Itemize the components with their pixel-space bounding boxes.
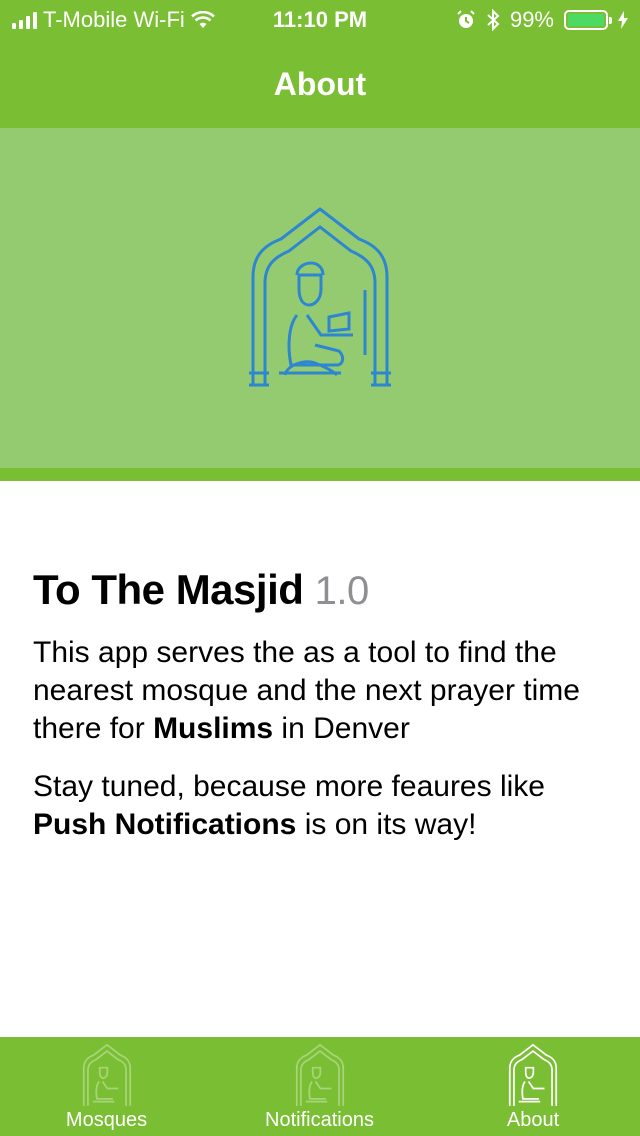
battery-icon bbox=[564, 10, 612, 30]
app-name: To The Masjid bbox=[33, 566, 304, 613]
tab-label: Notifications bbox=[265, 1109, 374, 1131]
description-end: in Denver bbox=[273, 712, 410, 745]
charging-bolt-icon bbox=[618, 11, 628, 29]
top-bar: T-Mobile Wi-Fi 11:10 PM 99% About bbox=[0, 0, 640, 128]
hero-divider bbox=[0, 468, 640, 481]
battery-percent: 99% bbox=[509, 7, 554, 32]
coming-soon-bold: Push Notifications bbox=[33, 808, 297, 841]
tab-bar: Mosques Notifications About bbox=[0, 1037, 640, 1136]
tab-label: About bbox=[506, 1109, 560, 1131]
status-right: 99% bbox=[456, 6, 628, 34]
about-content: To The Masjid 1.0 This app serves the as… bbox=[33, 566, 613, 844]
mosque-prayer-icon bbox=[295, 1043, 344, 1106]
app-version: 1.0 bbox=[314, 569, 370, 613]
bluetooth-icon bbox=[487, 9, 500, 31]
description-bold: Muslims bbox=[153, 712, 274, 745]
description-paragraph: This app serves the as a tool to find th… bbox=[33, 634, 613, 748]
coming-soon-text: Stay tuned, because more feaures like bbox=[33, 770, 545, 803]
app-title: To The Masjid 1.0 bbox=[33, 566, 613, 614]
tab-about[interactable]: About bbox=[426, 1037, 640, 1136]
tab-mosques[interactable]: Mosques bbox=[0, 1037, 213, 1136]
mosque-prayer-icon bbox=[249, 207, 391, 387]
coming-soon-paragraph: Stay tuned, because more feaures like Pu… bbox=[33, 768, 613, 844]
alarm-icon bbox=[457, 10, 475, 28]
tab-label: Mosques bbox=[65, 1109, 148, 1131]
page-title: About bbox=[273, 66, 367, 102]
tab-notifications[interactable]: Notifications bbox=[213, 1037, 426, 1136]
status-bar: T-Mobile Wi-Fi 11:10 PM 99% bbox=[0, 0, 640, 40]
coming-soon-end: is on its way! bbox=[296, 808, 477, 841]
mosque-prayer-icon bbox=[82, 1043, 131, 1106]
mosque-prayer-icon bbox=[508, 1043, 558, 1106]
